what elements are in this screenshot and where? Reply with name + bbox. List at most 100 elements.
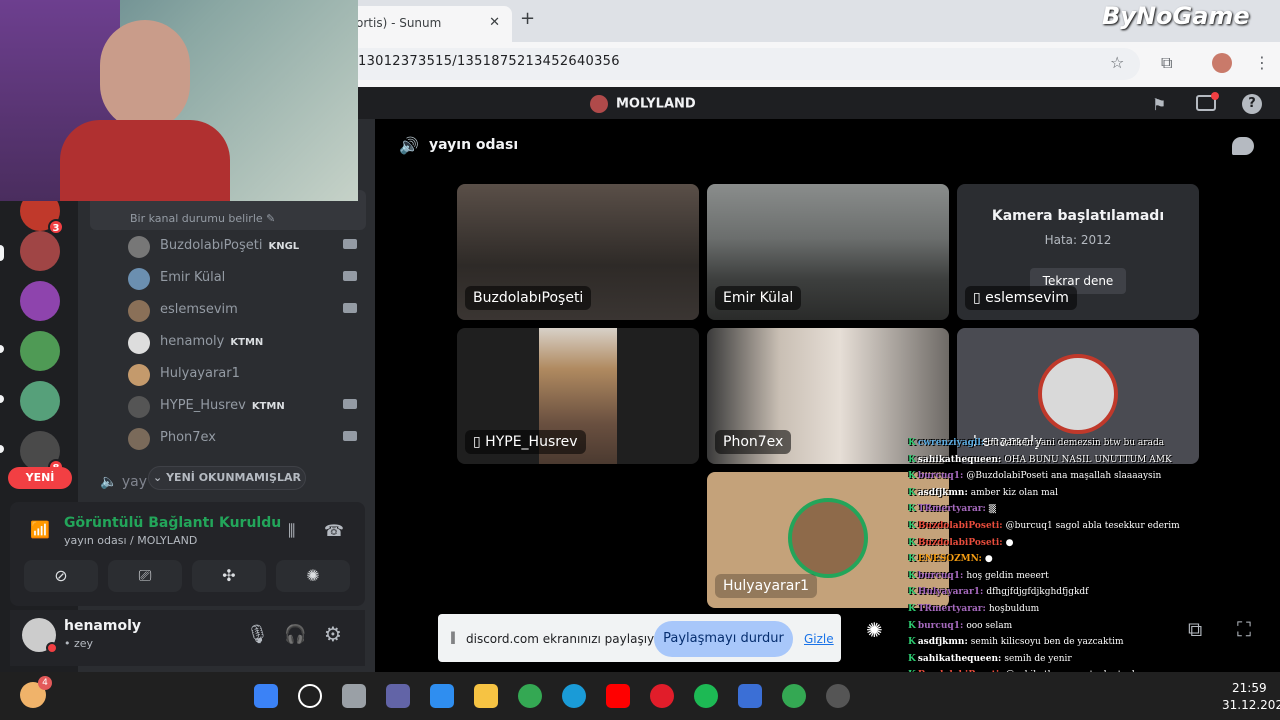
voice-member[interactable]: Hulyayarar1 [128, 360, 363, 390]
voice-member[interactable]: BuzdolabıPoşeti KNGL [128, 232, 363, 262]
fullscreen-icon[interactable]: ⛶ [1237, 617, 1251, 641]
extensions-icon[interactable]: ⧉ [1161, 53, 1172, 73]
avatar[interactable] [22, 618, 58, 654]
tab-title: ortis) - Sunum [356, 16, 442, 30]
url-text[interactable]: 13012373515/1351875213452640356 [358, 54, 620, 69]
chat-text: ● [1005, 537, 1014, 548]
noise-suppression-icon[interactable]: ⫼ [288, 521, 295, 541]
voice-channel-title: yayın odası [429, 137, 519, 153]
platform-badge-icon: K [908, 438, 916, 448]
chat-message: Kasdfjkmn: amber kiz olan mal [908, 488, 1198, 505]
stop-sharing-button[interactable]: Paylaşmayı durdur [654, 621, 793, 657]
new-messages-badge[interactable]: YENİ [8, 467, 72, 489]
platform-badge-icon: K [908, 603, 916, 614]
close-tab-icon[interactable]: ✕ [489, 15, 500, 30]
soundboard-icon[interactable]: ✺ [866, 618, 883, 642]
camera-toggle-button[interactable]: ⊘ [24, 560, 98, 592]
microphone-icon[interactable]: 🎙 [246, 624, 269, 645]
chrome-icon[interactable] [518, 684, 542, 708]
speaker-icon: 🔊 [399, 136, 419, 155]
chat-username: asdfjkmn: [917, 487, 968, 498]
chat-icon[interactable] [1232, 137, 1254, 155]
new-tab-icon[interactable]: + [520, 8, 535, 29]
windows-taskbar [0, 672, 1280, 720]
voice-member[interactable]: HYPE_Husrev KTMN [128, 392, 363, 422]
video-tile[interactable]: ▯ HYPE_Husrev [457, 328, 699, 464]
connection-signal-icon[interactable]: 📶 [30, 520, 50, 539]
store-icon[interactable] [430, 684, 454, 708]
chat-username: burcuq1: [917, 471, 964, 482]
chat-text: ooo selam [966, 620, 1013, 631]
server-icon[interactable] [20, 381, 60, 421]
app-icon[interactable] [738, 684, 762, 708]
tile-name: Hulyayarar1 [715, 574, 818, 598]
soundboard-button[interactable]: ✺ [276, 560, 350, 592]
chat-text: semih kilicsoyu ben de yazcaktim [970, 637, 1124, 648]
bookmark-star-icon[interactable]: ☆ [1110, 53, 1124, 72]
platform-badge-icon: K [908, 637, 916, 648]
file-explorer-icon[interactable] [474, 684, 498, 708]
profile-avatar-icon[interactable] [1212, 53, 1232, 73]
video-tile[interactable]: Emir Külal [707, 184, 949, 320]
settings-gear-icon[interactable]: ⚙ [324, 622, 342, 646]
youtube-icon[interactable] [606, 684, 630, 708]
teams-icon[interactable] [386, 684, 410, 708]
help-icon[interactable]: ? [1242, 94, 1262, 114]
tile-name: ▯ HYPE_Husrev [465, 430, 586, 454]
server-pill [0, 445, 4, 453]
more-menu-icon[interactable]: ⋮ [1254, 53, 1270, 72]
voice-member[interactable]: Emir Külal [128, 264, 363, 294]
chat-username: asdfjkmn: [917, 637, 968, 648]
chat-message: K Hulyayarar1: dfhgjfdjgfdjkghdfjgkdf [908, 587, 1198, 604]
opera-icon[interactable] [650, 684, 674, 708]
video-tile[interactable]: Kamera başlatılamadı Hata: 2012 Tekrar d… [957, 184, 1199, 320]
disconnect-icon[interactable]: ☎ [324, 521, 344, 540]
chat-message: Kburcuq1: @BuzdolabiPoseti ana maşallah s… [908, 471, 1198, 488]
browser-tab[interactable]: ortis) - Sunum ✕ [340, 6, 512, 42]
avatar [788, 498, 868, 578]
connection-status-title[interactable]: Görüntülü Bağlantı Kuruldu [64, 515, 281, 531]
username[interactable]: henamoly [64, 618, 141, 634]
server-icon[interactable]: 8 [20, 431, 64, 475]
flag-icon[interactable]: ⚑ [1152, 95, 1166, 114]
start-icon[interactable] [254, 684, 278, 708]
voice-channel-row[interactable]: 🔈 yay [100, 474, 147, 490]
screen-share-button[interactable]: ⎚ [108, 560, 182, 592]
server-icon[interactable] [20, 281, 60, 321]
member-name: Phon7ex [160, 430, 217, 445]
avatar [128, 236, 150, 258]
platform-badge-icon: K [908, 554, 916, 565]
chat-text: hoş geldin meeert [966, 570, 1049, 581]
voice-member[interactable]: henamoly KTMN [128, 328, 363, 358]
member-tag: KNGL [268, 241, 300, 252]
obs-icon[interactable] [826, 684, 850, 708]
chrome-profile-icon[interactable] [782, 684, 806, 708]
platform-badge-icon: K [908, 587, 916, 598]
mention-badge: 3 [48, 219, 64, 235]
server-icon[interactable] [20, 331, 60, 371]
chat-username: BuzdolabiPoseti: [917, 520, 1003, 531]
mobile-icon: ▯ [473, 434, 481, 450]
camera-icon [343, 239, 357, 249]
unread-messages-pill[interactable]: ⌄ YENİ OKUNMAMIŞLAR [148, 466, 306, 490]
voice-member[interactable]: eslemsevim [128, 296, 363, 326]
server-icon[interactable] [20, 231, 60, 271]
video-tile[interactable]: BuzdolabıPoşeti [457, 184, 699, 320]
search-icon[interactable] [298, 684, 322, 708]
edge-icon[interactable] [562, 684, 586, 708]
weather-widget-icon[interactable]: 4 [20, 676, 52, 708]
inbox-icon[interactable] [1196, 92, 1219, 111]
hide-button[interactable]: Gizle [804, 632, 834, 646]
chat-message: Kasdfjkmn: semih kilicsoyu ben de yazcakt… [908, 637, 1198, 654]
headphones-icon[interactable]: 🎧 [284, 624, 306, 645]
activities-button[interactable]: ✣ [192, 560, 266, 592]
clock-time[interactable]: 21:59 [1232, 681, 1267, 695]
clock-date[interactable]: 31.12.2025 [1222, 698, 1280, 712]
voice-member[interactable]: Phon7ex [128, 424, 363, 454]
chat-username: burcuq1: [917, 570, 964, 581]
spotify-icon[interactable] [694, 684, 718, 708]
drag-handle-icon[interactable]: ‖ [450, 630, 456, 644]
task-view-icon[interactable] [342, 684, 366, 708]
channel-status[interactable]: Bir kanal durumu belirle ✎ [130, 212, 275, 225]
connection-channel[interactable]: yayın odası / MOLYLAND [64, 534, 197, 547]
